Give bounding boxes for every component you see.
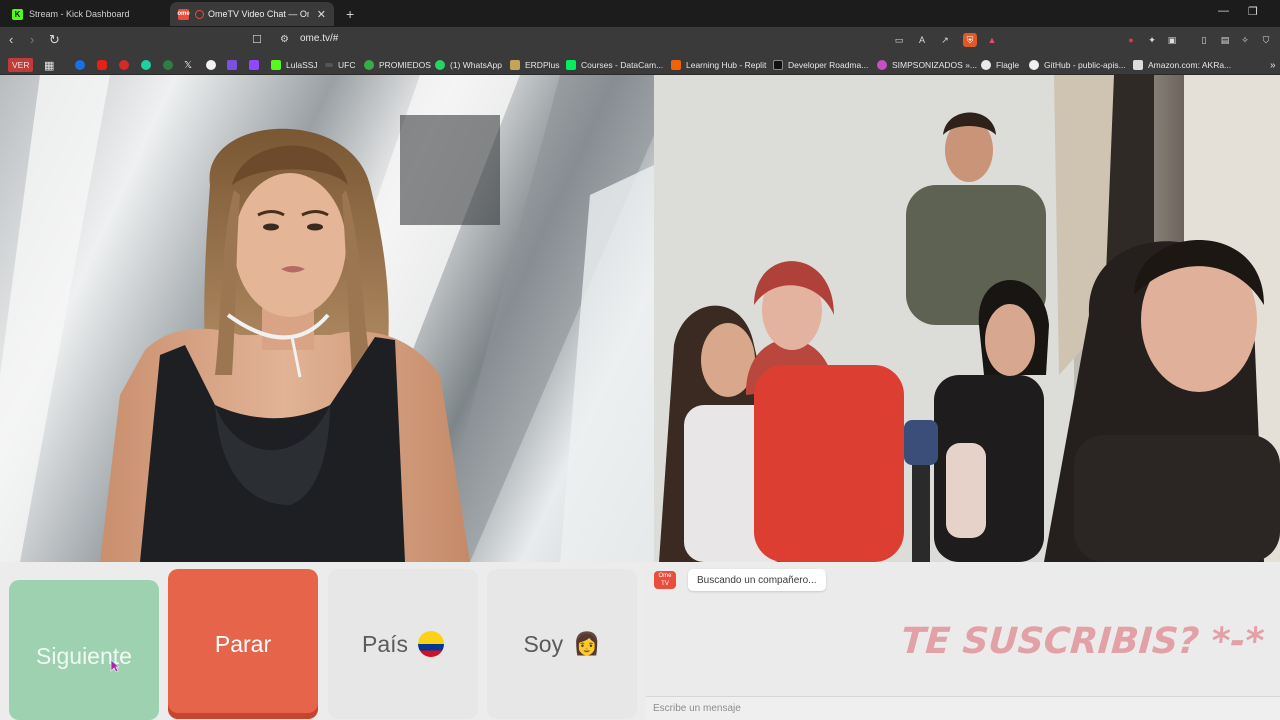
browser-toolbar: ‹ › ↻ ☐ ⚙ ome.tv/# ▭ A ↗ ⛨ ▲ ● ✦ ▣ ▯ ▤ ✧… <box>0 27 1280 54</box>
bookmark-label: LulaSSJ <box>286 60 318 70</box>
bookmark-label: SIMPSONIZADOS »... <box>892 60 978 70</box>
tab-ometv[interactable]: ome OmeTV Video Chat — Omeg ✕ <box>170 2 334 26</box>
share-icon[interactable]: ↗ <box>938 33 952 47</box>
country-button[interactable]: País <box>328 569 478 719</box>
brave-shields-icon[interactable]: ⛨ <box>963 33 977 47</box>
bookmark-erdplus[interactable]: ERDPlus <box>510 58 559 72</box>
next-button[interactable]: Siguiente <box>9 580 159 720</box>
tab-kick-dashboard[interactable]: K Stream - Kick Dashboard <box>4 2 166 26</box>
bookmark-promiedos[interactable]: PROMIEDOS <box>364 58 431 72</box>
address-bar[interactable]: ome.tv/# <box>300 33 338 44</box>
local-video <box>0 75 654 562</box>
stop-button-label: Parar <box>214 630 272 657</box>
more-bookmarks-icon[interactable]: » <box>1270 58 1276 72</box>
chat-status-message: Buscando un compañero... <box>688 569 826 591</box>
twitch-icon[interactable] <box>249 58 264 72</box>
brave-rewards-icon[interactable]: ▲ <box>985 33 999 47</box>
bookmark-icon-6[interactable] <box>227 58 242 72</box>
forward-icon[interactable]: › <box>30 32 34 48</box>
gender-button-label: Soy <box>523 630 564 657</box>
bookmark-label: UFC <box>338 60 356 70</box>
bookmark-label: Developer Roadma... <box>788 60 869 70</box>
bookmark-github[interactable]: GitHub - public-apis... <box>1029 58 1126 72</box>
bookmark-icon-5[interactable] <box>206 58 221 72</box>
local-video-image <box>0 75 654 562</box>
minimize-icon[interactable]: — <box>1218 5 1229 17</box>
bookmark-label: Learning Hub - Replit <box>686 60 767 70</box>
bookmark-icon-3[interactable] <box>141 58 156 72</box>
bookmark-lulassj[interactable]: LulaSSJ <box>271 58 318 72</box>
leo-ai-icon[interactable]: ✧ <box>1238 33 1252 47</box>
bookmark-flagle[interactable]: Flagle <box>981 58 1019 72</box>
chat-panel: Ome TV Buscando un compañero... TE SUSCR… <box>646 565 1280 720</box>
bookmark-icon-1[interactable] <box>75 58 90 72</box>
ometv-page: Siguiente Parar País Soy 👩 Ome TV Buscan… <box>0 75 1280 720</box>
remote-video-image <box>654 75 1280 562</box>
kick-icon <box>271 60 281 70</box>
vpn-icon[interactable]: ⛉ <box>1259 33 1273 47</box>
whatsapp-icon <box>435 60 445 70</box>
bookmark-icon-4[interactable] <box>163 58 178 72</box>
reload-icon[interactable]: ↻ <box>49 32 60 48</box>
woman-redhair-emoji-icon: 👩 <box>573 631 601 656</box>
bookmark-simpsonizados[interactable]: SIMPSONIZADOS »... <box>877 58 977 72</box>
tab-strip: K Stream - Kick Dashboard ome OmeTV Vide… <box>0 0 1280 27</box>
new-tab-button[interactable]: + <box>338 2 362 26</box>
tab-title: Stream - Kick Dashboard <box>29 9 130 19</box>
back-icon[interactable]: ‹ <box>9 32 13 48</box>
wallet-icon[interactable]: ▤ <box>1218 33 1232 47</box>
extension-box-icon[interactable]: ▣ <box>1165 33 1179 47</box>
recording-icon <box>195 9 204 19</box>
github-icon <box>1029 60 1039 70</box>
site-info-icon[interactable]: ⚙ <box>280 32 289 48</box>
bookmark-label: Courses - DataCam... <box>581 60 664 70</box>
country-button-label: País <box>361 630 409 657</box>
extension-puzzle-icon[interactable]: ✦ <box>1145 33 1159 47</box>
bookmark-icon[interactable]: ☐ <box>252 32 262 48</box>
gender-button[interactable]: Soy 👩 <box>487 569 637 719</box>
bookmark-label: ERDPlus <box>525 60 560 70</box>
bookmarks-bar: VER ▦ 𝕏 LulaSSJ UFC PROMIEDOS (1) WhatsA… <box>0 54 1280 75</box>
x-icon[interactable]: 𝕏 <box>184 58 192 72</box>
translate-icon[interactable]: A <box>915 33 929 47</box>
bookmark-ufc[interactable]: UFC <box>325 58 355 72</box>
bookmark-label: (1) WhatsApp <box>450 60 502 70</box>
bookmark-roadmap[interactable]: Developer Roadma... <box>773 58 868 72</box>
ometv-icon: ome <box>177 8 190 20</box>
bookmark-label: Flagle <box>996 60 1020 70</box>
restore-icon[interactable]: ❐ <box>1248 5 1258 18</box>
stop-button[interactable]: Parar <box>168 569 318 719</box>
bookmark-replit[interactable]: Learning Hub - Replit <box>671 58 766 72</box>
bookmark-ver[interactable]: VER <box>8 58 34 72</box>
apps-grid-icon[interactable]: ▦ <box>44 58 54 72</box>
ometv-logo-icon: Ome TV <box>654 571 676 589</box>
screen-cast-icon[interactable]: ▭ <box>892 33 906 47</box>
chat-message-input[interactable] <box>646 697 1066 719</box>
bookmark-datacamp[interactable]: Courses - DataCam... <box>566 58 663 72</box>
bookmark-label: GitHub - public-apis... <box>1044 60 1126 70</box>
mouse-cursor-icon <box>110 659 120 673</box>
extension-red-icon[interactable]: ● <box>1124 33 1138 47</box>
chat-input-bar <box>646 696 1280 720</box>
colombia-flag-icon <box>418 631 445 657</box>
remote-video <box>654 75 1280 562</box>
close-tab-icon[interactable]: ✕ <box>317 8 326 21</box>
stream-overlay-text: TE SUSCRIBIS? *-* <box>899 621 1266 662</box>
bookmark-amazon[interactable]: Amazon.com: AKRa... <box>1133 58 1231 72</box>
bookmark-label: PROMIEDOS <box>379 60 431 70</box>
youtube-icon[interactable] <box>97 58 112 72</box>
bookmark-icon-2[interactable] <box>119 58 134 72</box>
kick-icon: K <box>12 8 23 20</box>
bookmark-whatsapp[interactable]: (1) WhatsApp <box>435 58 502 72</box>
sidebar-icon[interactable]: ▯ <box>1197 33 1211 47</box>
tab-title: OmeTV Video Chat — Omeg <box>208 9 309 19</box>
bookmark-label: Amazon.com: AKRa... <box>1148 60 1232 70</box>
